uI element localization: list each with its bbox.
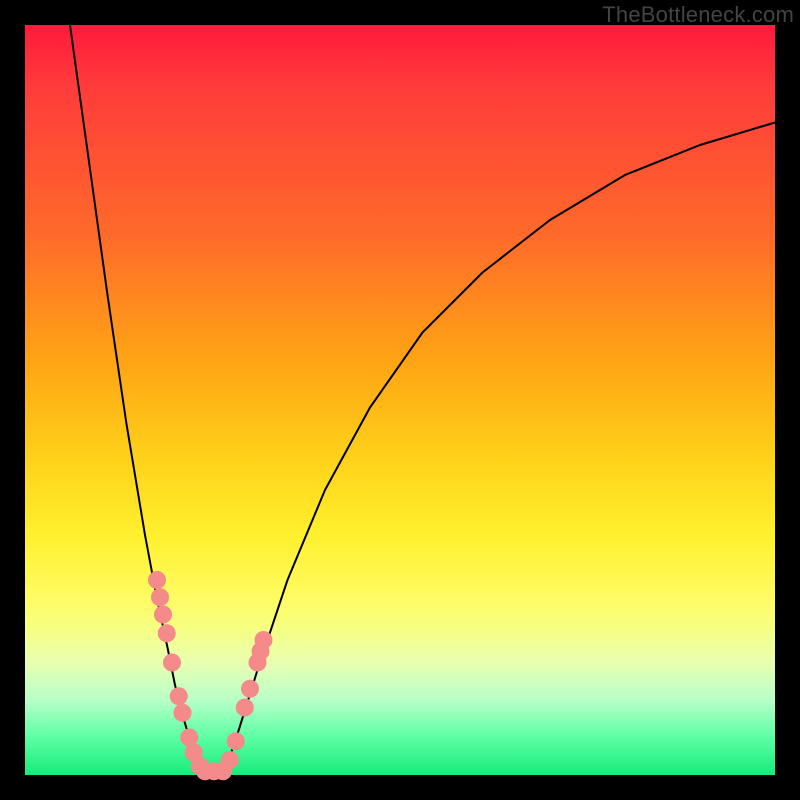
- highlight-dot: [170, 687, 188, 705]
- highlight-dot: [241, 680, 259, 698]
- highlight-dot: [227, 732, 245, 750]
- highlight-dot: [163, 654, 181, 672]
- highlight-dot: [154, 606, 172, 624]
- highlight-dot: [255, 631, 273, 649]
- highlight-dots: [148, 571, 273, 780]
- chart-svg: [25, 25, 775, 775]
- highlight-dot: [174, 704, 192, 722]
- plot-area: [25, 25, 775, 775]
- chart-frame: TheBottleneck.com: [0, 0, 800, 800]
- highlight-dot: [158, 624, 176, 642]
- highlight-dot: [236, 699, 254, 717]
- highlight-dot: [221, 751, 239, 769]
- highlight-dot: [148, 571, 166, 589]
- highlight-dot: [151, 588, 169, 606]
